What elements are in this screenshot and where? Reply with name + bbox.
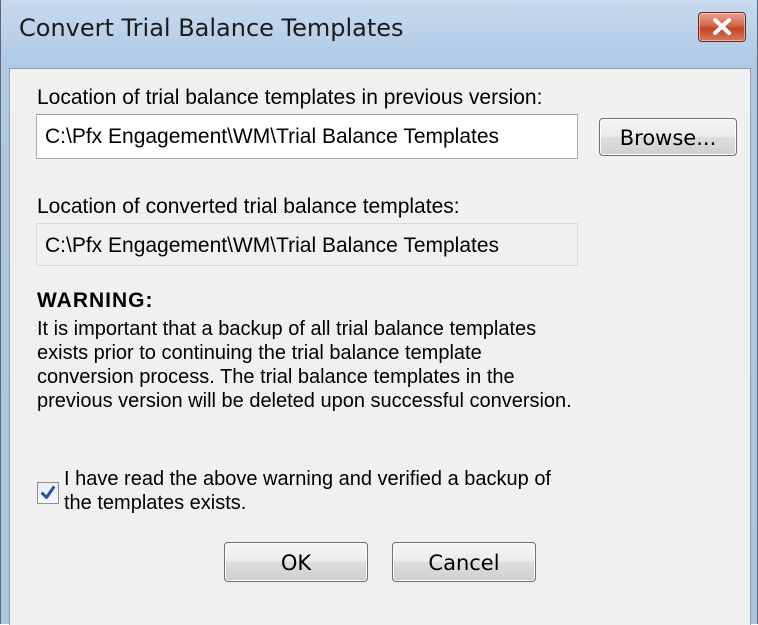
close-icon: [713, 18, 731, 35]
ok-button[interactable]: OK: [224, 542, 368, 582]
confirm-backup-label[interactable]: I have read the above warning and verifi…: [64, 467, 584, 515]
window-title: Convert Trial Balance Templates: [19, 14, 404, 42]
title-bar[interactable]: Convert Trial Balance Templates: [1, 0, 757, 68]
dialog-window: Convert Trial Balance Templates Location…: [0, 0, 758, 625]
destination-location-label: Location of converted trial balance temp…: [37, 195, 460, 218]
checkmark-icon: [41, 486, 55, 499]
dialog-body: Location of trial balance templates in p…: [9, 68, 751, 625]
source-location-input[interactable]: C:\Pfx Engagement\WM\Trial Balance Templ…: [36, 114, 578, 159]
source-location-label: Location of trial balance templates in p…: [37, 86, 543, 109]
close-button[interactable]: [698, 12, 746, 42]
warning-heading: WARNING:: [37, 289, 154, 312]
warning-text: It is important that a backup of all tri…: [37, 318, 572, 412]
confirm-backup-checkbox[interactable]: [37, 482, 59, 504]
browse-button[interactable]: Browse...: [599, 118, 737, 156]
browse-button-label: Browse...: [619, 126, 717, 150]
cancel-button-label: Cancel: [428, 551, 500, 575]
ok-button-label: OK: [280, 551, 312, 575]
destination-location-field: C:\Pfx Engagement\WM\Trial Balance Templ…: [36, 223, 578, 266]
cancel-button[interactable]: Cancel: [392, 542, 536, 582]
